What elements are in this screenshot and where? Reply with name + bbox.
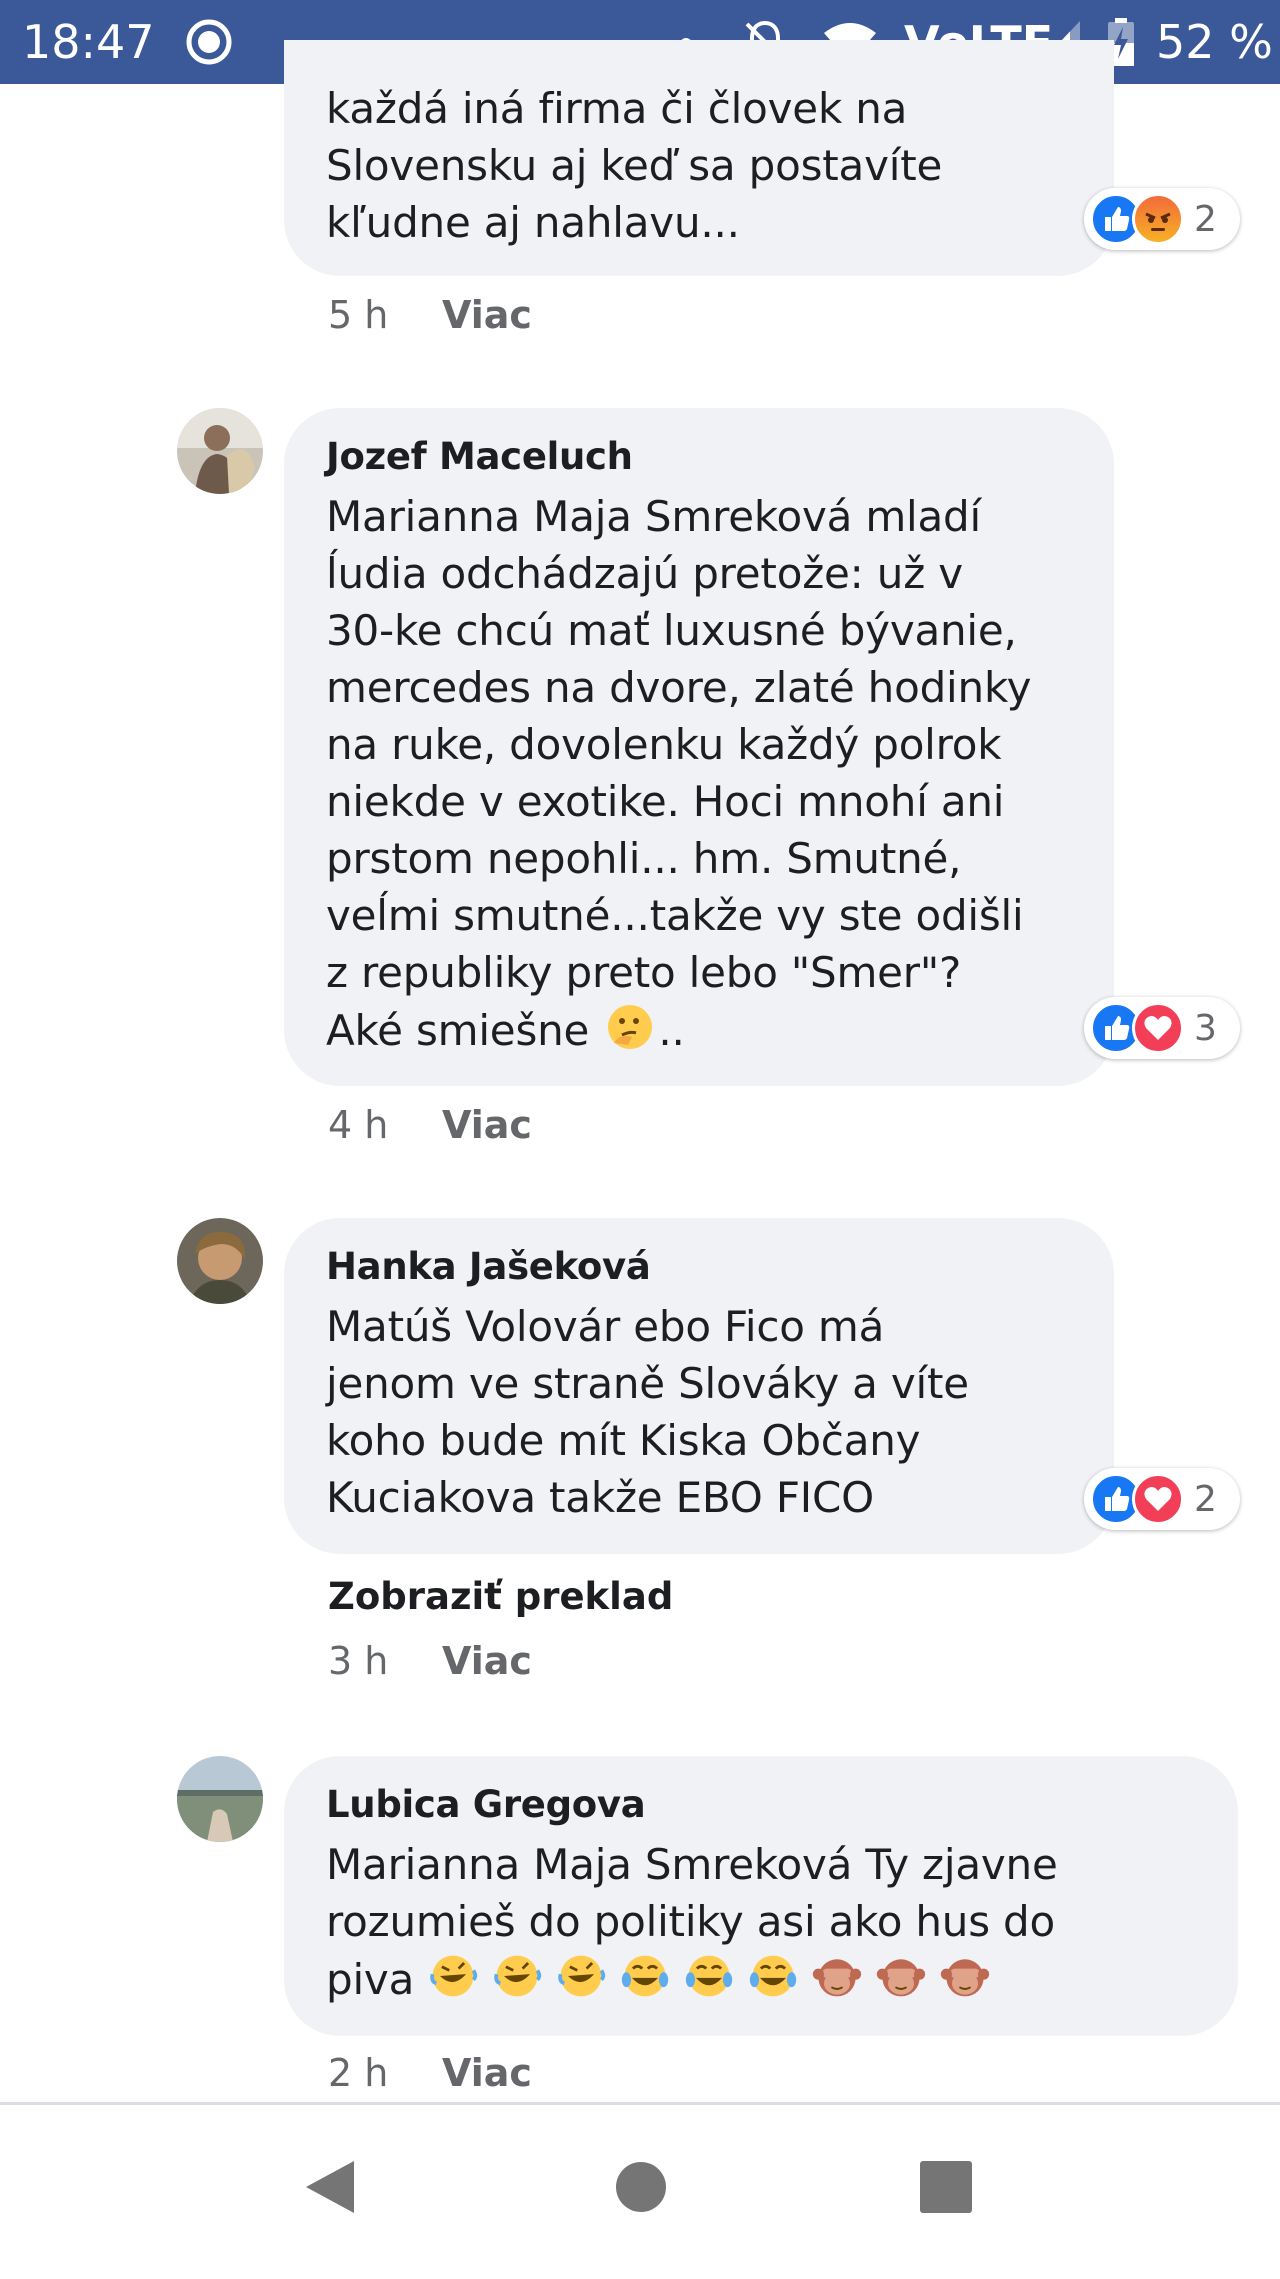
avatar-photo bbox=[177, 408, 263, 494]
reaction-count: 2 bbox=[1194, 1478, 1217, 1520]
thinking-face-emoji bbox=[608, 1005, 653, 1049]
comment-bubble[interactable]: Lubica Gregova Marianna Maja Smreková Ty… bbox=[284, 1756, 1238, 2036]
see-no-evil-monkey-emoji bbox=[813, 1959, 862, 1997]
avatar-photo bbox=[177, 1756, 263, 1842]
comment-meta: 4 h Viac bbox=[328, 1102, 532, 1148]
tears-of-joy-emoji bbox=[750, 1955, 797, 1997]
comment-text-last-line: piva bbox=[326, 1955, 428, 2004]
rofl-emoji bbox=[430, 1955, 478, 1997]
comment-meta: 3 h Viac bbox=[328, 1638, 532, 1684]
comment-text: každá iná firma či človek na Slovensku a… bbox=[326, 84, 943, 247]
comment-meta: 2 h Viac bbox=[328, 2050, 532, 2096]
see-no-evil-monkey-emoji bbox=[877, 1959, 926, 1997]
comment-meta: 5 h Viac bbox=[328, 292, 532, 338]
reaction-summary[interactable]: 3 bbox=[1084, 997, 1240, 1059]
comment-text-body: Marianna Maja Smreková mladí ĺudia odchá… bbox=[326, 492, 1032, 997]
reaction-summary[interactable]: 2 bbox=[1084, 188, 1240, 250]
comment-time: 4 h bbox=[328, 1103, 389, 1147]
love-reaction-icon bbox=[1132, 1002, 1184, 1054]
comment-bubble[interactable]: Hanka Jašeková Matúš Volovár ebo Fico má… bbox=[284, 1218, 1114, 1554]
comment-time: 5 h bbox=[328, 293, 389, 337]
comment-text-suffix: .. bbox=[658, 1006, 685, 1055]
system-nav-bar bbox=[0, 2102, 1280, 2279]
tears-of-joy-emoji bbox=[686, 1955, 733, 1997]
love-reaction-icon bbox=[1132, 1473, 1184, 1525]
rofl-emoji bbox=[494, 1955, 542, 1997]
battery-percent: 52 % bbox=[1156, 15, 1273, 69]
translate-link[interactable]: Zobraziť preklad bbox=[328, 1574, 673, 1620]
more-link[interactable]: Viac bbox=[442, 2050, 532, 2096]
home-icon[interactable] bbox=[614, 2157, 668, 2217]
comment-time: 3 h bbox=[328, 1639, 389, 1683]
comment-author[interactable]: Hanka Jašeková bbox=[326, 1244, 1072, 1290]
back-icon[interactable] bbox=[300, 2157, 360, 2217]
comment-bubble[interactable]: Jozef Maceluch Marianna Maja Smreková ml… bbox=[284, 408, 1114, 1086]
more-link[interactable]: Viac bbox=[442, 1102, 532, 1148]
comment-text-body: Marianna Maja Smreková Ty zjavne rozumie… bbox=[326, 1840, 1058, 1946]
angry-reaction-icon bbox=[1132, 193, 1184, 245]
comment-text-last-line: Aké smiešne bbox=[326, 1006, 603, 1055]
more-link[interactable]: Viac bbox=[442, 1638, 532, 1684]
sync-ring-icon bbox=[186, 19, 232, 65]
comment-author[interactable]: Jozef Maceluch bbox=[326, 434, 1072, 480]
see-no-evil-monkey-emoji bbox=[941, 1959, 990, 1997]
avatar[interactable] bbox=[177, 1218, 263, 1304]
tears-of-joy-emoji bbox=[622, 1955, 669, 1997]
comment-bubble[interactable]: každá iná firma či človek na Slovensku a… bbox=[284, 40, 1114, 276]
comment-text: Marianna Maja Smreková mladí ĺudia odchá… bbox=[326, 488, 1072, 1059]
avatar[interactable] bbox=[177, 408, 263, 494]
reaction-count: 2 bbox=[1194, 198, 1217, 240]
comment-author[interactable]: Lubica Gregova bbox=[326, 1782, 1196, 1828]
comment-text: Marianna Maja Smreková Ty zjavne rozumie… bbox=[326, 1836, 1196, 2008]
reaction-summary[interactable]: 2 bbox=[1084, 1468, 1240, 1530]
avatar-photo bbox=[177, 1218, 263, 1304]
more-link[interactable]: Viac bbox=[442, 292, 532, 338]
recents-icon[interactable] bbox=[918, 2157, 974, 2217]
status-time: 18:47 bbox=[22, 15, 155, 69]
avatar[interactable] bbox=[177, 1756, 263, 1842]
rofl-emoji bbox=[558, 1955, 606, 1997]
reaction-count: 3 bbox=[1194, 1007, 1217, 1049]
comment-text: Matúš Volovár ebo Fico má jenom ve stran… bbox=[326, 1302, 969, 1522]
comment-time: 2 h bbox=[328, 2051, 389, 2095]
emoji-row bbox=[427, 1955, 1003, 2004]
